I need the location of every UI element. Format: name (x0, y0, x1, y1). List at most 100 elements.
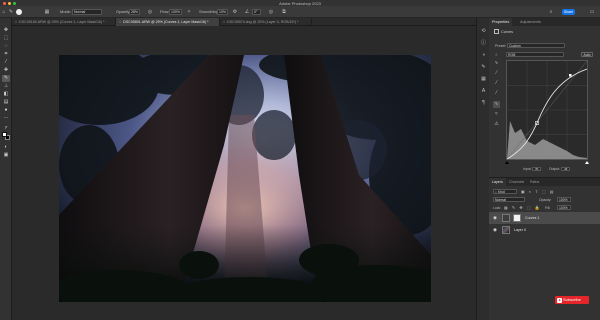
workspace-icon[interactable]: ▭ (589, 9, 595, 15)
output-field[interactable]: 48 (561, 167, 571, 171)
tab-adjustments[interactable]: Adjustments (517, 18, 544, 26)
info-icon[interactable]: ⓘ (480, 40, 487, 47)
input-label: Input: (523, 167, 532, 171)
curves-adjustment-icon (494, 29, 499, 34)
history-icon[interactable]: ⟲ (480, 28, 487, 35)
layer-filter-icons[interactable]: ▣ ◐ T ⬚ ▤ (521, 189, 555, 194)
angle-field[interactable]: 0° (252, 8, 261, 15)
foreground-color-swatch[interactable] (2, 132, 7, 137)
adjustments-icon[interactable]: ◑ (480, 52, 487, 59)
search-icon[interactable]: ⌕ (548, 9, 554, 15)
visibility-eye-icon[interactable]: ◉ (493, 227, 497, 233)
blend-mode-select[interactable]: Normal (493, 197, 525, 202)
channel-select[interactable]: RGB (506, 52, 564, 57)
move-tool-icon[interactable]: ✥ (2, 27, 10, 34)
tab-label: DSC05801.ARW @ 25% (Curves 1, Layer Mask… (123, 20, 209, 24)
white-eyedropper-icon[interactable]: ⁄ (493, 90, 500, 97)
input-readout: Input: 81 (523, 167, 542, 171)
auto-button[interactable]: Auto (581, 52, 593, 57)
crop-tool-icon[interactable]: ⌗ (2, 51, 10, 58)
output-label: Output: (549, 167, 561, 171)
symmetry-icon[interactable]: ⧉ (281, 9, 287, 15)
fill-field[interactable]: 100% (557, 205, 571, 210)
layer-row-layer-0[interactable]: ◉ Layer 0 (489, 224, 600, 236)
subscribe-label: Subscribe (563, 297, 581, 302)
tools-panel: ✥ ⬚ ◌ ⌗ ⁄ ✚ ✎ ⊥ ◧ ▤ ● ⋯ ↱ ◐ ▣ (0, 18, 12, 320)
close-tab-icon[interactable]: × (223, 20, 225, 24)
white-point-slider[interactable] (585, 161, 589, 164)
mode-label: Mode: (60, 9, 72, 14)
tab-dsc05180[interactable]: × DSC05180.ARW @ 25% (Curves 1, Layer Mas… (12, 18, 116, 26)
edit-points-icon[interactable]: ∿ (493, 60, 500, 67)
airbrush-icon[interactable]: ✧ (186, 9, 192, 15)
healing-tool-icon[interactable]: ✚ (2, 67, 10, 74)
more-tools-icon[interactable]: ⋯ (2, 115, 10, 122)
kind-filter-select[interactable]: ⌕ Kind (493, 189, 517, 194)
tab-dsc05574[interactable]: × DSC05574.dng @ 25% (Layer 0, RGB/16*) * (220, 18, 312, 26)
tab-properties[interactable]: Properties (489, 18, 513, 26)
character-icon[interactable]: A (480, 88, 487, 95)
smoothing-field[interactable]: 10% (217, 8, 228, 15)
tab-channels[interactable]: Channels (506, 178, 527, 186)
curves-histogram (506, 60, 588, 160)
gray-eyedropper-icon[interactable]: ⁄ (493, 80, 500, 87)
curves-graph[interactable] (506, 60, 588, 160)
brush-settings-icon[interactable]: ▦ (44, 9, 50, 15)
layer-row-curves-1[interactable]: ◉ Curves 1 (489, 212, 600, 224)
layer-opacity-field[interactable]: 100% (557, 197, 571, 202)
canvas-area[interactable] (12, 26, 476, 320)
preset-select[interactable]: Custom (507, 43, 565, 48)
screen-mode-icon[interactable]: ▣ (2, 152, 10, 159)
tab-label: DSC05574.dng @ 25% (Layer 0, RGB/16*) * (227, 20, 299, 24)
swatches-icon[interactable]: ▦ (480, 76, 487, 83)
marquee-tool-icon[interactable]: ⬚ (2, 35, 10, 42)
tab-layers[interactable]: Layers (489, 178, 506, 186)
subscribe-button[interactable]: Subscribe (555, 296, 589, 304)
black-point-slider[interactable] (505, 161, 509, 164)
opacity-field[interactable]: 28% (129, 8, 140, 15)
close-tab-icon[interactable]: × (119, 20, 121, 24)
paragraph-icon[interactable]: ¶ (480, 100, 487, 107)
quick-mask-icon[interactable]: ◐ (2, 144, 10, 151)
home-icon[interactable]: ⌂ (1, 9, 7, 15)
share-button[interactable]: Share (562, 9, 575, 15)
visibility-eye-icon[interactable]: ◉ (493, 215, 497, 221)
pressure-size-icon[interactable]: ◎ (268, 9, 274, 15)
tab-label: DSC05180.ARW @ 25% (Curves 1, Layer Mask… (19, 20, 105, 24)
stamp-tool-icon[interactable]: ⊥ (2, 83, 10, 90)
pressure-opacity-icon[interactable]: ◎ (147, 9, 153, 15)
adjustment-name: Curves (501, 30, 514, 34)
input-field[interactable]: 81 (532, 167, 542, 171)
angle-icon: ∠ (244, 9, 250, 15)
target-adjust-icon[interactable]: ☝ (495, 52, 500, 57)
brush-preset-picker[interactable]: ✎ (8, 8, 26, 16)
layer-name: Layer 0 (514, 227, 526, 232)
output-readout: Output: 48 (549, 167, 571, 171)
layer-name: Curves 1 (525, 215, 540, 220)
lock-icons[interactable]: ▦ ✎ ✥ ⬚ 🔒 (504, 205, 541, 210)
layer-thumbnail (502, 226, 510, 234)
brush-tool-icon[interactable]: ✎ (2, 75, 10, 82)
layer-mask-thumbnail[interactable] (513, 214, 521, 222)
dodge-tool-icon[interactable]: ● (2, 107, 10, 114)
clipping-warning-icon[interactable]: ⚠ (493, 121, 500, 128)
smooth-curve-icon[interactable]: ≈ (493, 111, 500, 118)
tab-paths[interactable]: Paths (527, 178, 542, 186)
eyedropper-tool-icon[interactable]: ⁄ (2, 59, 10, 66)
swap-colors-icon[interactable]: ↱ (2, 124, 10, 131)
close-tab-icon[interactable]: × (15, 20, 17, 24)
draw-curve-icon[interactable]: ∿ (493, 101, 500, 108)
smoothing-options-icon[interactable]: ⚙ (232, 9, 238, 15)
mode-select[interactable]: Normal (72, 8, 102, 15)
document-image[interactable] (59, 55, 431, 302)
kind-label: Kind (497, 190, 505, 194)
eraser-tool-icon[interactable]: ◧ (2, 91, 10, 98)
brush-settings-panel-icon[interactable]: ✎ (480, 64, 487, 71)
lasso-tool-icon[interactable]: ◌ (2, 43, 10, 50)
layers-panel-tabs: Layers Channels Paths (489, 178, 600, 186)
black-eyedropper-icon[interactable]: ⁄ (493, 70, 500, 77)
flow-field[interactable]: 100% (169, 8, 182, 15)
brush-size-preview-icon (16, 9, 22, 15)
gradient-tool-icon[interactable]: ▤ (2, 99, 10, 106)
tab-dsc05801[interactable]: × DSC05801.ARW @ 25% (Curves 1, Layer Mas… (116, 18, 220, 26)
